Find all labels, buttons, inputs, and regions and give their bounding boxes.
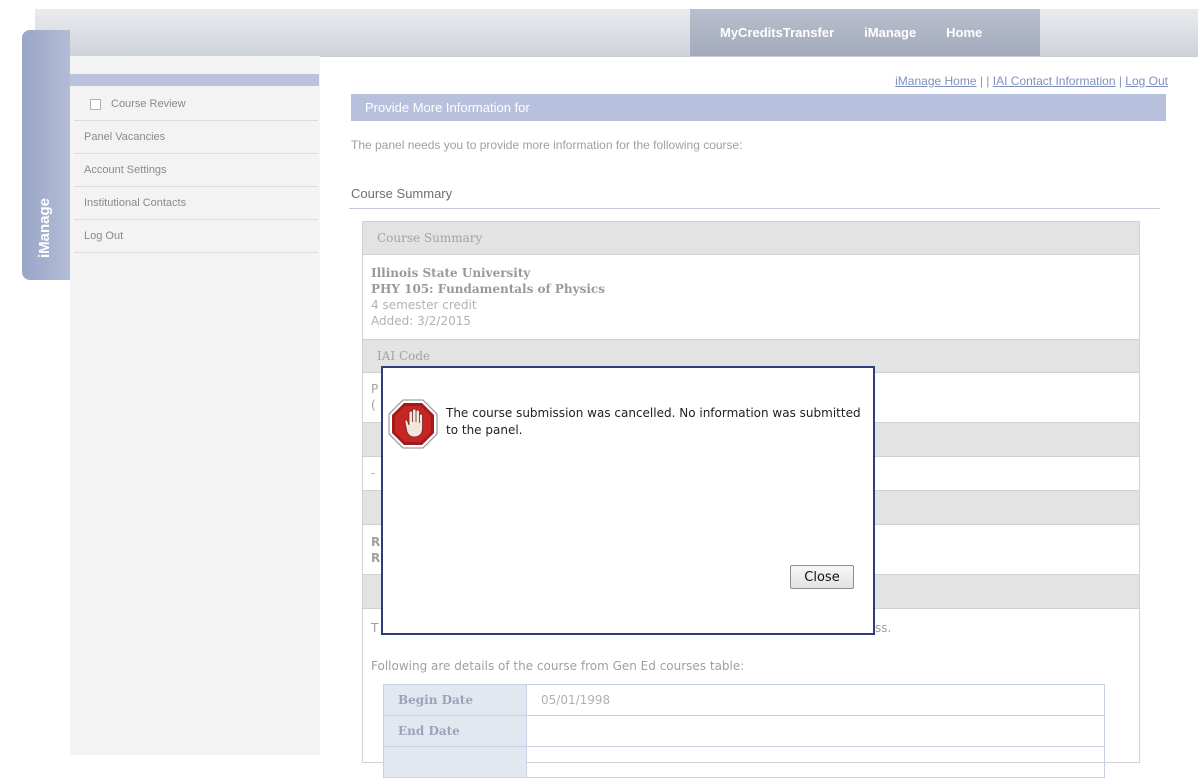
t-fragment: T	[371, 621, 379, 635]
expand-box-icon	[90, 98, 101, 110]
sidebar-item-course-review[interactable]: Course Review	[74, 88, 318, 121]
page-title-bar: Provide More Information for	[351, 94, 1166, 121]
sidebar-item-panel-vacancies[interactable]: Panel Vacancies	[74, 121, 318, 154]
table-label	[383, 746, 527, 778]
table-label: End Date	[383, 715, 527, 747]
table-value	[526, 715, 1105, 747]
close-button[interactable]: Close	[790, 565, 854, 589]
table-value	[526, 746, 1105, 778]
nav-mycreditstransfer[interactable]: MyCreditsTransfer	[720, 25, 834, 40]
top-navigation: MyCreditsTransfer iManage Home	[690, 9, 1040, 56]
sidebar-item-label: Account Settings	[84, 164, 167, 176]
gen-ed-text: Following are details of the course from…	[371, 659, 745, 673]
course-added-date: Added: 3/2/2015	[371, 314, 471, 328]
nav-imanage[interactable]: iManage	[864, 25, 916, 40]
heading-divider	[349, 208, 1160, 209]
sidebar-item-label: Panel Vacancies	[84, 131, 166, 143]
table-row	[383, 746, 1105, 778]
table-value: 05/01/1998	[526, 684, 1105, 716]
cancel-dialog: The course submission was cancelled. No …	[381, 366, 875, 635]
iai-contact-link[interactable]: IAI Contact Information	[993, 74, 1116, 88]
log-out-link[interactable]: Log Out	[1125, 74, 1168, 88]
institution-name: Illinois State University	[371, 266, 531, 280]
link-separator: |	[1115, 74, 1126, 88]
link-separator: | |	[976, 74, 993, 88]
gen-ed-details-table: Begin Date 05/01/1998 End Date	[383, 684, 1105, 778]
imanage-side-tab[interactable]: iManage	[22, 30, 70, 280]
stop-hand-icon	[388, 399, 438, 449]
sidebar-header-bar	[70, 74, 319, 86]
imanage-home-link[interactable]: iManage Home	[895, 74, 976, 88]
sidebar-item-label: Institutional Contacts	[84, 197, 187, 209]
sidebar-item-label: Course Review	[111, 98, 186, 110]
course-info: Illinois State University PHY 105: Funda…	[363, 255, 1139, 340]
section-title: Course Summary	[363, 222, 1139, 255]
sidebar-menu: Course Review Panel Vacancies Account Se…	[74, 88, 318, 253]
sidebar-item-label: Log Out	[84, 230, 124, 242]
top-links: iManage Home | | IAI Contact Information…	[895, 74, 1168, 88]
sidebar-item-account-settings[interactable]: Account Settings	[74, 154, 318, 187]
ss-fragment: ss.	[875, 621, 892, 635]
nav-home[interactable]: Home	[946, 25, 982, 40]
side-tab-label: iManage	[36, 197, 53, 258]
table-row: Begin Date 05/01/1998	[383, 684, 1105, 716]
course-summary-heading: Course Summary	[351, 186, 453, 201]
table-row: End Date	[383, 715, 1105, 747]
course-name: PHY 105: Fundamentals of Physics	[371, 282, 605, 296]
sidebar-item-institutional-contacts[interactable]: Institutional Contacts	[74, 187, 318, 220]
table-label: Begin Date	[383, 684, 527, 716]
dialog-message: The course submission was cancelled. No …	[446, 406, 861, 437]
panel-instruction-text: The panel needs you to provide more info…	[351, 138, 743, 152]
course-credit: 4 semester credit	[371, 298, 477, 312]
sidebar-item-log-out[interactable]: Log Out	[74, 220, 318, 253]
